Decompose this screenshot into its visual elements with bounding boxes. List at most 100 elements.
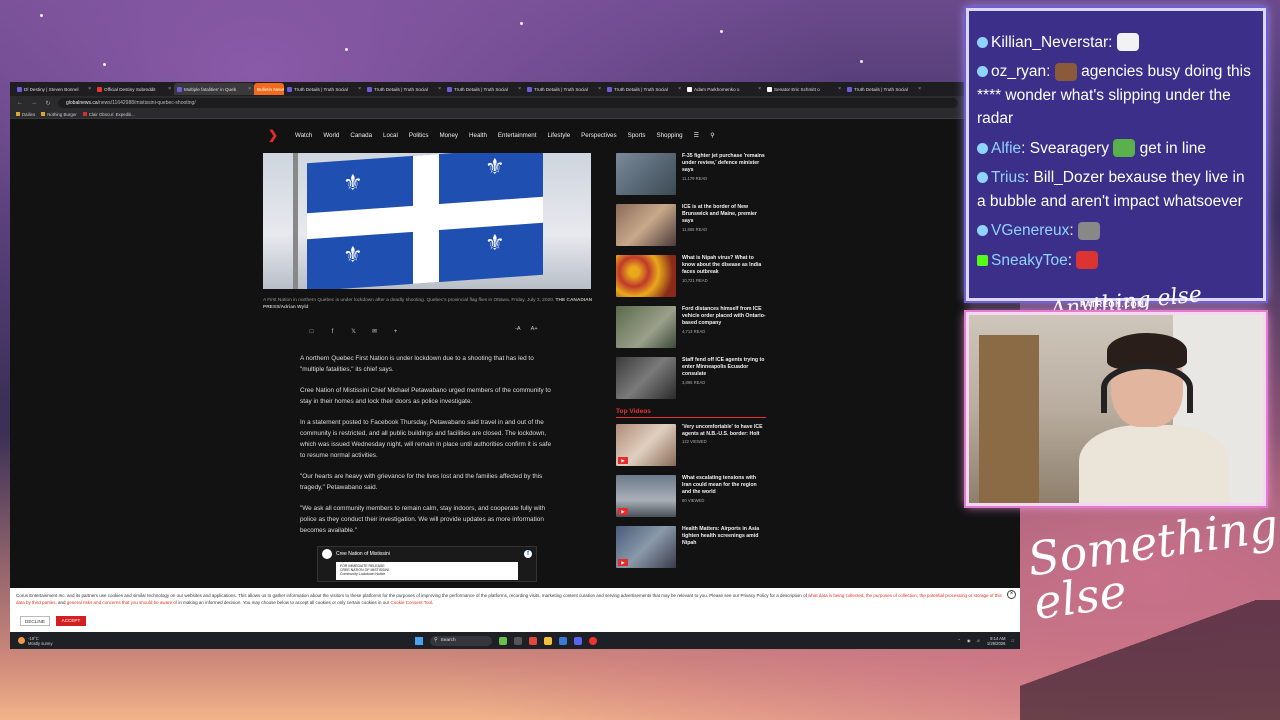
- nav-item-local[interactable]: Local: [383, 132, 398, 139]
- cookie-link[interactable]: the purposes of collection: [866, 593, 917, 598]
- facebook-embed[interactable]: Cree Nation of Mistissini f FOR IMMEDIAT…: [317, 546, 537, 582]
- video-item[interactable]: ▶ Health Matters: Airports in Asia tighte…: [616, 526, 766, 568]
- nav-item-sports[interactable]: Sports: [628, 132, 646, 139]
- site-search-icon[interactable]: ⚲: [710, 132, 715, 139]
- site-menu-icon[interactable]: ☰: [694, 132, 700, 139]
- close-icon[interactable]: ×: [1007, 590, 1016, 599]
- chat-username[interactable]: Killian_Neverstar: [991, 34, 1108, 51]
- story-read-count: 11,865 READ: [682, 226, 708, 232]
- obs-icon[interactable]: [589, 636, 597, 645]
- tab-title: Truth Details | Truth Social: [454, 86, 508, 92]
- discord-icon[interactable]: [574, 636, 582, 645]
- chat-username[interactable]: oz_ryan: [991, 63, 1046, 80]
- back-icon[interactable]: ←: [16, 100, 24, 106]
- tab-close-icon[interactable]: ×: [598, 86, 601, 92]
- chat-username[interactable]: Alfie: [991, 140, 1021, 157]
- browser-tab[interactable]: Truth Details | Truth Social ×: [524, 83, 604, 95]
- task-view-icon[interactable]: [514, 636, 522, 645]
- taskbar-search[interactable]: ⚲ Search: [430, 635, 492, 646]
- tab-close-icon[interactable]: ×: [438, 86, 441, 92]
- mail-icon[interactable]: [559, 636, 567, 645]
- nav-item-politics[interactable]: Politics: [409, 132, 429, 139]
- tab-title: Truth Details | Truth Social: [854, 86, 908, 92]
- chat-username[interactable]: VGenereux: [991, 222, 1069, 239]
- more-share-icon[interactable]: +: [390, 327, 401, 338]
- tab-group-label[interactable]: Bulletin News: [254, 83, 284, 95]
- notification-icon[interactable]: □: [1011, 638, 1014, 643]
- browser-tab[interactable]: Official Destiny Subreddit ×: [94, 83, 174, 95]
- tab-close-icon[interactable]: ×: [838, 86, 841, 92]
- browser-tab[interactable]: Truth Details | Truth Social ×: [364, 83, 444, 95]
- browser-tab[interactable]: Truth Details | Truth Social ×: [844, 83, 924, 95]
- browser-tab[interactable]: Truth Details | Truth Social ×: [444, 83, 524, 95]
- chat-username[interactable]: Trius: [991, 169, 1025, 186]
- trending-story[interactable]: What is Nipah virus? What to know about …: [616, 255, 766, 297]
- accept-button[interactable]: ACCEPT: [56, 616, 86, 626]
- trending-story[interactable]: F-35 fighter jet purchase 'remains under…: [616, 153, 766, 195]
- cookie-consent-link[interactable]: Cookie Consent Tool: [391, 600, 432, 605]
- forward-icon[interactable]: →: [30, 100, 38, 106]
- nav-item-entertainment[interactable]: Entertainment: [498, 132, 537, 139]
- network-icon[interactable]: ◉: [967, 638, 971, 643]
- browser-tab[interactable]: Dl Destiny | Steven Bonnel ×: [14, 83, 94, 95]
- nav-item-watch[interactable]: Watch: [295, 132, 312, 139]
- story-title: Staff fend off ICE agents trying to ente…: [682, 357, 765, 378]
- star-decoration: [40, 14, 43, 17]
- story-thumbnail: [616, 255, 676, 297]
- browser-tab[interactable]: Adam Parkhomenko o ×: [684, 83, 764, 95]
- tab-close-icon[interactable]: ×: [358, 86, 361, 92]
- comment-icon[interactable]: □: [306, 327, 317, 338]
- trending-story[interactable]: ICE is at the border of New Brunswick an…: [616, 204, 766, 246]
- nav-item-world[interactable]: World: [323, 132, 339, 139]
- x-share-icon[interactable]: 𝕏: [348, 327, 359, 338]
- bookmark-clair-obscur[interactable]: Clair Obscur: Expediti...: [82, 111, 135, 117]
- decrease-font-button[interactable]: -A: [515, 326, 521, 332]
- tab-close-icon[interactable]: ×: [678, 86, 681, 92]
- widgets-icon[interactable]: [499, 636, 507, 645]
- cookie-link[interactable]: what data is being collected: [808, 593, 863, 598]
- reload-icon[interactable]: ↻: [44, 100, 52, 107]
- chat-text: get in line: [1139, 139, 1207, 157]
- email-share-icon[interactable]: ✉: [369, 327, 380, 338]
- tray-chevron-icon[interactable]: ⌃: [957, 638, 961, 643]
- bookmark-dailies[interactable]: Dailies: [16, 112, 35, 117]
- tab-close-icon[interactable]: ×: [168, 86, 171, 92]
- weather-widget[interactable]: -19°C Mostly sunny: [18, 636, 52, 646]
- global-news-logo[interactable]: ❯: [268, 129, 278, 141]
- browser-tab[interactable]: Truth Details | Truth Social ×: [284, 83, 364, 95]
- video-view-count: 80 VIEWED: [682, 497, 705, 503]
- increase-font-button[interactable]: A+: [531, 326, 538, 332]
- decline-button[interactable]: DECLINE: [20, 616, 50, 626]
- weather-desc: Mostly sunny: [28, 640, 53, 646]
- video-item[interactable]: ▶ What escalating tensions with Iran coul…: [616, 475, 766, 517]
- tab-close-icon[interactable]: ×: [758, 86, 761, 92]
- nav-item-canada[interactable]: Canada: [350, 132, 372, 139]
- system-clock[interactable]: 9:14 AM 1/29/2026: [987, 636, 1006, 646]
- browser-tab[interactable]: Multiple fatalities' in Queb ×: [174, 83, 254, 95]
- trending-story[interactable]: Staff fend off ICE agents trying to ente…: [616, 357, 766, 399]
- nav-item-health[interactable]: Health: [469, 132, 487, 139]
- nav-item-lifestyle[interactable]: Lifestyle: [547, 132, 570, 139]
- browser-tab[interactable]: Senator Eric Schmitt o ×: [764, 83, 844, 95]
- nav-item-perspectives[interactable]: Perspectives: [581, 132, 616, 139]
- tab-close-icon[interactable]: ×: [88, 86, 91, 92]
- bookmark-label: Clair Obscur: Expediti...: [88, 111, 135, 117]
- windows-start-icon[interactable]: [415, 636, 423, 645]
- cookie-link[interactable]: general risks and concerns that you shou…: [67, 600, 177, 605]
- tab-close-icon[interactable]: ×: [248, 86, 251, 92]
- article-hero-image: ⚜ ⚜ ⚜ ⚜: [263, 153, 591, 289]
- url-field[interactable]: globalnews.ca /news/11642988/mistissini-…: [58, 98, 958, 108]
- volume-icon[interactable]: ♬: [977, 638, 981, 643]
- nav-item-money[interactable]: Money: [439, 132, 458, 139]
- browser-icon[interactable]: [529, 636, 537, 645]
- bookmark-nothing-burger[interactable]: Nothing Burger: [41, 112, 77, 117]
- tab-close-icon[interactable]: ×: [518, 86, 521, 92]
- nav-item-shopping[interactable]: Shopping: [656, 132, 682, 139]
- browser-tab[interactable]: Truth Details | Truth Social ×: [604, 83, 684, 95]
- file-explorer-icon[interactable]: [544, 636, 552, 645]
- chat-username[interactable]: SneakyToe: [991, 252, 1068, 269]
- video-item[interactable]: ▶ 'Very uncomfortable' to have ICE agents…: [616, 424, 766, 466]
- facebook-share-icon[interactable]: f: [327, 327, 338, 338]
- tab-close-icon[interactable]: ×: [918, 86, 921, 92]
- trending-story[interactable]: Ford distances himself from ICE vehicle …: [616, 306, 766, 348]
